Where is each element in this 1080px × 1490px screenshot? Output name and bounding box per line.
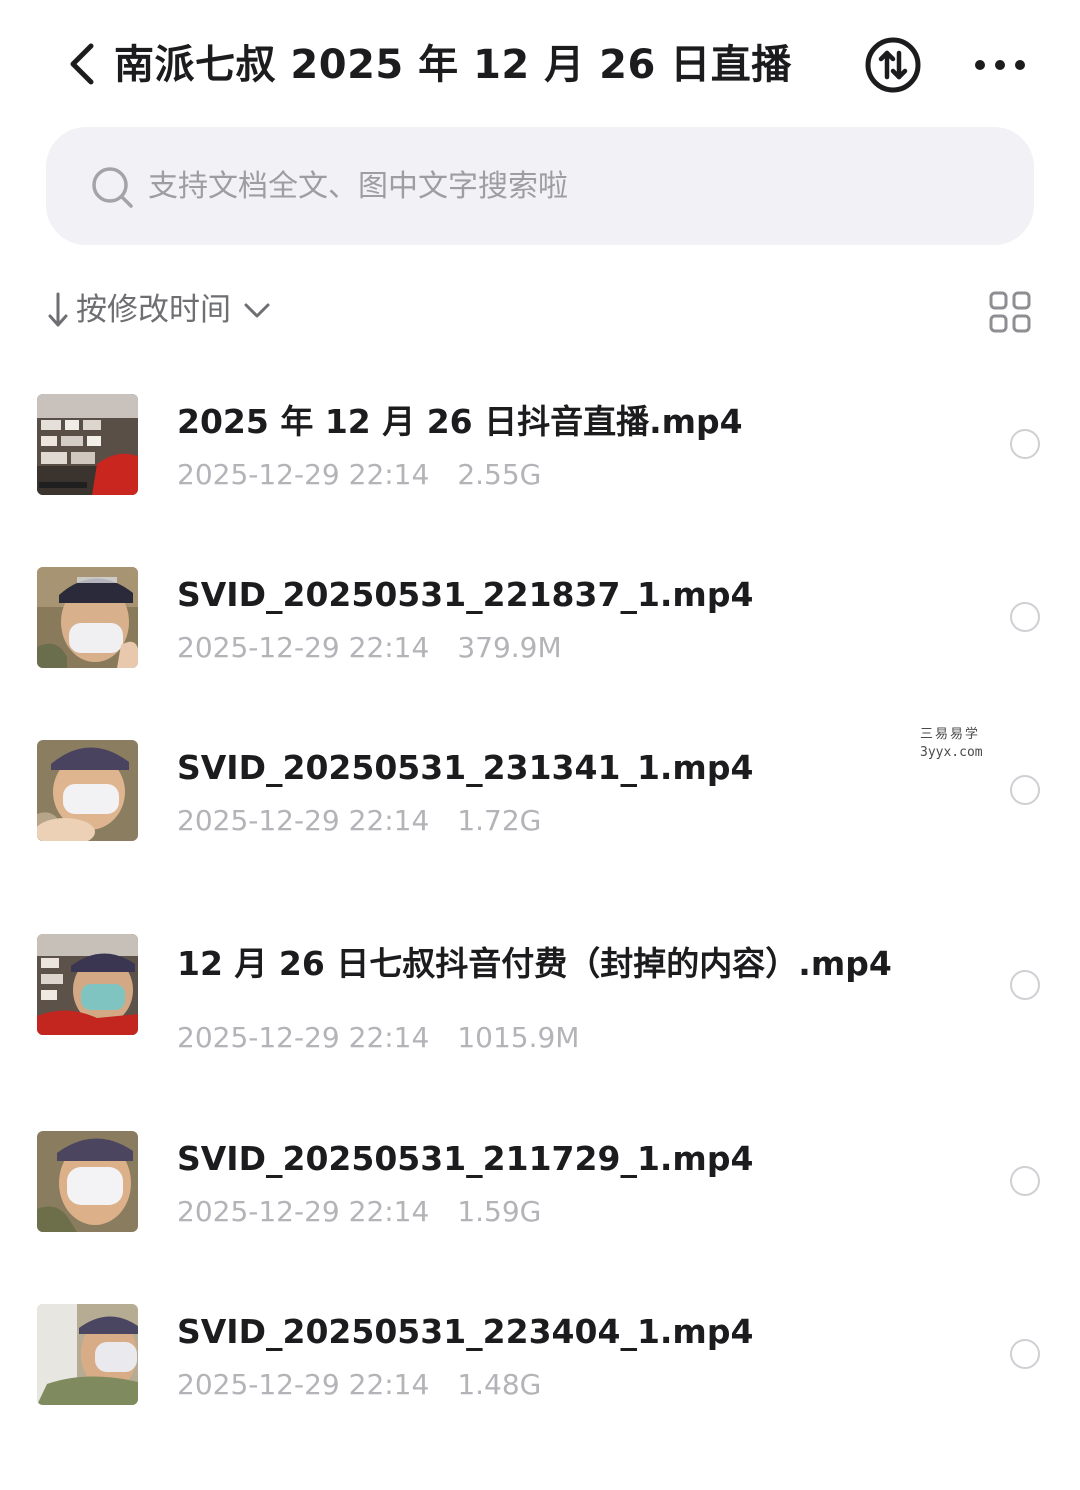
video-thumbnail: [37, 740, 138, 841]
file-size: 1.48G: [457, 1368, 542, 1401]
chevron-down-icon: [244, 303, 270, 318]
file-meta: 2025-12-29 22:14 2.55G: [177, 456, 541, 494]
file-meta: 2025-12-29 22:14 1.48G: [177, 1366, 541, 1404]
file-meta: 2025-12-29 22:14 1.59G: [177, 1193, 541, 1231]
file-name: 2025 年 12 月 26 日抖音直播.mp4: [177, 402, 743, 441]
file-name: 12 月 26 日七叔抖音付费（封掉的内容）.mp4: [177, 944, 892, 983]
more-dots-icon: [975, 60, 1025, 70]
file-name: SVID_20250531_231341_1.mp4: [177, 748, 754, 787]
back-button[interactable]: [58, 36, 106, 92]
search-placeholder: 支持文档全文、图中文字搜索啦: [148, 169, 568, 204]
select-radio[interactable]: [1010, 429, 1040, 459]
sort-dropdown[interactable]: 按修改时间: [44, 284, 273, 336]
grid-view-icon: [989, 291, 1031, 333]
video-thumbnail: [37, 567, 138, 668]
select-radio[interactable]: [1010, 602, 1040, 632]
file-date: 2025-12-29 22:14: [177, 458, 430, 491]
more-button[interactable]: [968, 44, 1032, 86]
sort-toggle-button[interactable]: [864, 36, 922, 94]
sort-arrows-circle-icon: [865, 37, 921, 93]
page-title: 南派七叔 2025 年 12 月 26 日直播: [114, 42, 792, 88]
watermark: 三易易学 3yyx.com: [920, 726, 983, 762]
select-radio[interactable]: [1010, 1166, 1040, 1196]
header: 南派七叔 2025 年 12 月 26 日直播: [0, 0, 1080, 130]
file-row[interactable]: SVID_20250531_231341_1.mp4 2025-12-29 22…: [0, 726, 1080, 876]
video-thumbnail: [37, 394, 138, 495]
video-thumbnail: [37, 1304, 138, 1405]
select-radio[interactable]: [1010, 1339, 1040, 1369]
file-date: 2025-12-29 22:14: [177, 1368, 430, 1401]
select-radio[interactable]: [1010, 775, 1040, 805]
search-bar[interactable]: 支持文档全文、图中文字搜索啦: [46, 127, 1034, 245]
file-date: 2025-12-29 22:14: [177, 1195, 430, 1228]
file-size: 379.9M: [457, 631, 562, 664]
file-date: 2025-12-29 22:14: [177, 1021, 430, 1054]
file-meta: 2025-12-29 22:14 1.72G: [177, 802, 541, 840]
video-thumbnail: [37, 1131, 138, 1232]
file-date: 2025-12-29 22:14: [177, 631, 430, 664]
select-radio[interactable]: [1010, 970, 1040, 1000]
watermark-line2: 3yyx.com: [920, 745, 983, 760]
arrow-down-icon: [48, 292, 68, 327]
file-date: 2025-12-29 22:14: [177, 804, 430, 837]
file-row[interactable]: SVID_20250531_223404_1.mp4 2025-12-29 22…: [0, 1290, 1080, 1440]
file-size: 1.59G: [457, 1195, 542, 1228]
file-meta: 2025-12-29 22:14 379.9M: [177, 629, 562, 667]
file-row[interactable]: 12 月 26 日七叔抖音付费（封掉的内容）.mp4 2025-12-29 22…: [0, 920, 1080, 1090]
grid-view-button[interactable]: [988, 290, 1032, 334]
video-thumbnail: [37, 934, 138, 1035]
watermark-line1: 三易易学: [920, 727, 981, 742]
sort-label: 按修改时间: [76, 292, 231, 328]
file-size: 2.55G: [457, 458, 542, 491]
file-name: SVID_20250531_221837_1.mp4: [177, 575, 754, 614]
file-name: SVID_20250531_211729_1.mp4: [177, 1139, 754, 1178]
file-size: 1015.9M: [457, 1021, 580, 1054]
file-name: SVID_20250531_223404_1.mp4: [177, 1312, 754, 1351]
file-meta: 2025-12-29 22:14 1015.9M: [177, 1019, 579, 1057]
chevron-left-icon: [70, 43, 94, 85]
file-size: 1.72G: [457, 804, 542, 837]
search-icon: [92, 167, 133, 208]
file-row[interactable]: SVID_20250531_221837_1.mp4 2025-12-29 22…: [0, 553, 1080, 703]
file-row[interactable]: 2025 年 12 月 26 日抖音直播.mp4 2025-12-29 22:1…: [0, 380, 1080, 530]
file-row[interactable]: SVID_20250531_211729_1.mp4 2025-12-29 22…: [0, 1117, 1080, 1267]
